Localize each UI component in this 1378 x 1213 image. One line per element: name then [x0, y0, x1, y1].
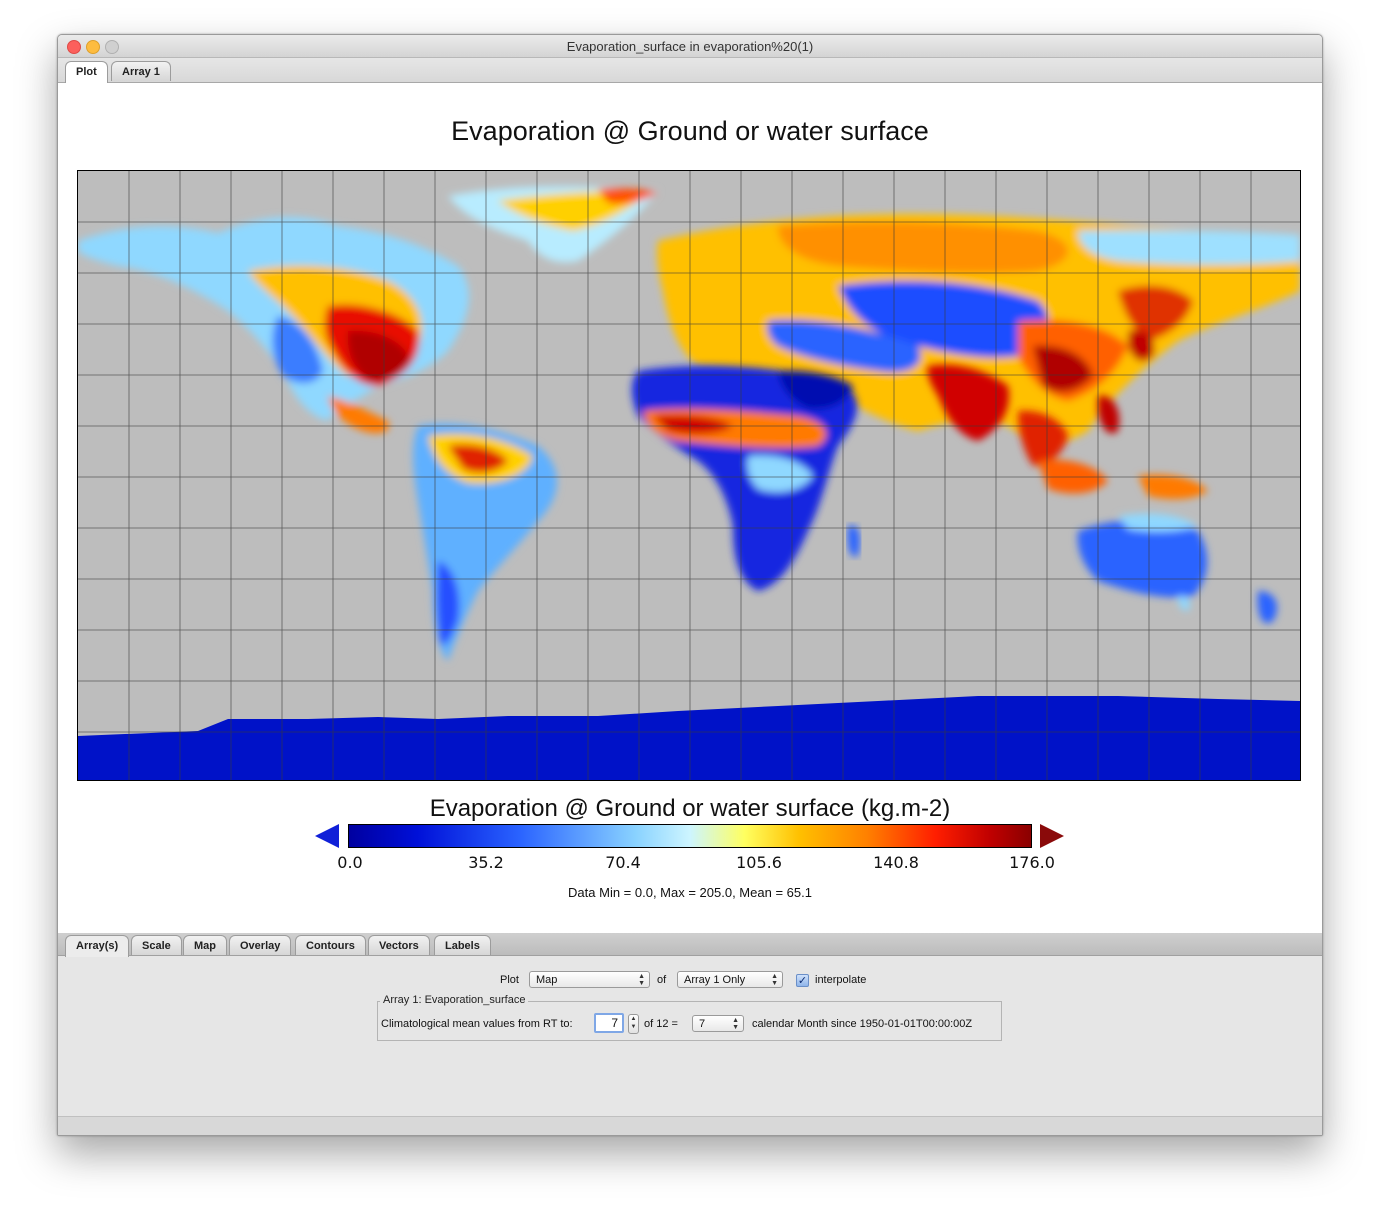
colorbar-tick: 70.4: [605, 853, 641, 872]
africa-region: [632, 365, 857, 591]
antarctica-region: [78, 696, 1300, 780]
colorbar-tick: 140.8: [873, 853, 919, 872]
colorbar-title: Evaporation @ Ground or water surface (k…: [429, 795, 951, 822]
tab-contours[interactable]: Contours: [295, 935, 366, 955]
interpolate-checkbox[interactable]: ✓: [796, 974, 809, 987]
colorbar-underflow-arrow: [315, 824, 339, 848]
array-select[interactable]: Array 1 Only ▲ ▼: [677, 971, 783, 988]
map-svg: [78, 171, 1300, 780]
map-plot[interactable]: [77, 170, 1301, 781]
app-window: Evaporation_surface in evaporation%20(1)…: [57, 34, 1323, 1136]
plot-type-label: Plot: [500, 974, 519, 986]
madagascar-region: [847, 525, 860, 557]
top-tab-strip: Plot Array 1: [58, 58, 1322, 83]
climatology-index-input[interactable]: 7: [594, 1013, 624, 1033]
of-label: of: [657, 974, 667, 986]
colorbar-overflow-arrow: [1040, 824, 1064, 848]
window-title: Evaporation_surface in evaporation%20(1): [566, 39, 814, 54]
tab-plot[interactable]: Plot: [65, 61, 108, 83]
colorbar-tick: 105.6: [736, 853, 782, 872]
tab-labels[interactable]: Labels: [434, 935, 491, 955]
updown-icon: ▲ ▼: [638, 973, 645, 987]
array-select-value: Array 1 Only: [684, 974, 746, 986]
of-total-label: of 12 =: [644, 1018, 678, 1030]
tab-arrays[interactable]: Array(s): [65, 935, 130, 957]
climatology-stepper[interactable]: ▲ ▼: [628, 1014, 639, 1034]
updown-icon: ▲ ▼: [732, 1017, 739, 1031]
australia-region: [1077, 513, 1278, 624]
updown-icon: ▲ ▼: [771, 973, 778, 987]
tab-map[interactable]: Map: [183, 935, 227, 955]
climatology-label: Climatological mean values from RT to:: [381, 1018, 573, 1030]
month-select-value: 7: [699, 1018, 706, 1030]
colorbar: [348, 824, 1032, 848]
colorbar-tick: 0.0: [337, 853, 363, 872]
greenland-region: [448, 186, 658, 263]
plot-type-value: Map: [536, 974, 558, 986]
tab-array-1[interactable]: Array 1: [111, 61, 171, 81]
interpolate-label: interpolate: [815, 974, 867, 986]
settings-panel: Array(s) Scale Map Overlay Contours Vect…: [58, 933, 1322, 1135]
plot-area: Evaporation @ Ground or water surface Ev…: [58, 83, 1322, 933]
tab-scale[interactable]: Scale: [131, 935, 182, 955]
month-select[interactable]: 7 ▲ ▼: [692, 1015, 744, 1032]
title-bar[interactable]: Evaporation_surface in evaporation%20(1): [58, 35, 1322, 58]
colorbar-tick: 176.0: [1009, 853, 1055, 872]
colorbar-tick: 35.2: [468, 853, 504, 872]
plot-title: Evaporation @ Ground or water surface: [451, 116, 929, 146]
array-group-title: Array 1: Evaporation_surface: [380, 994, 529, 1006]
status-strip: [58, 1116, 1322, 1135]
tab-vectors[interactable]: Vectors: [368, 935, 430, 955]
plot-type-select[interactable]: Map ▲ ▼: [529, 971, 650, 988]
settings-tab-strip: Array(s) Scale Map Overlay Contours Vect…: [58, 933, 1322, 957]
north-america-region: [78, 217, 469, 434]
since-label: calendar Month since 1950-01-01T00:00:00…: [752, 1018, 973, 1030]
tab-overlay[interactable]: Overlay: [229, 935, 292, 955]
data-stats: Data Min = 0.0, Max = 205.0, Mean = 65.1: [568, 885, 812, 900]
